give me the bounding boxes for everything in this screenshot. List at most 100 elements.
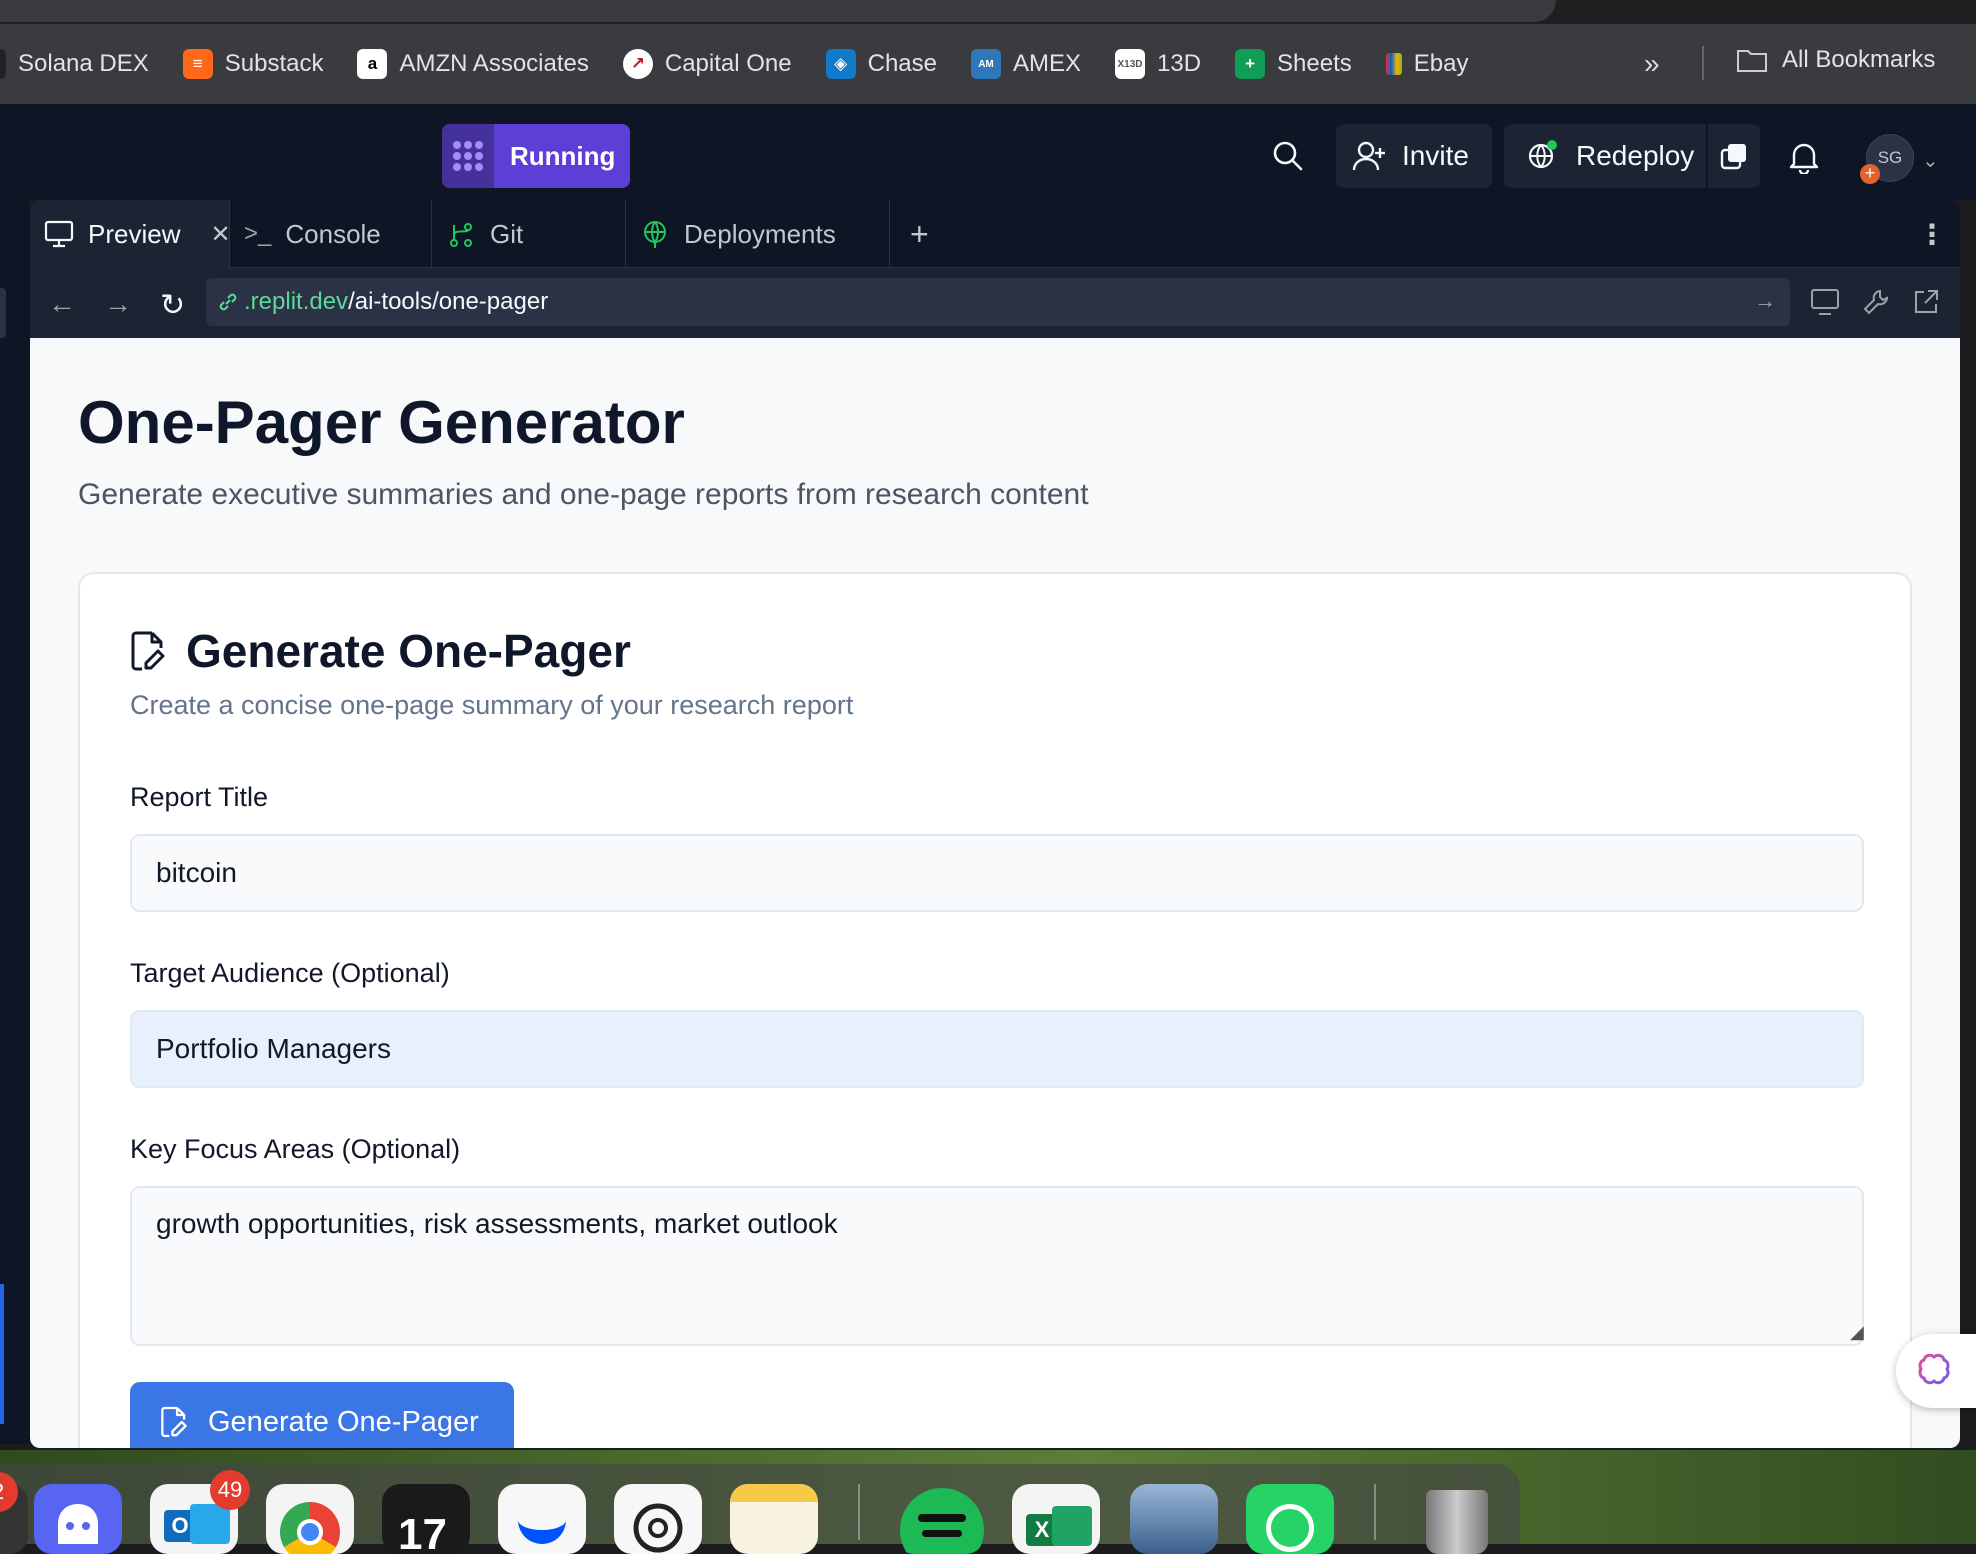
bookmark-label: Substack (224, 50, 324, 77)
bookmark-amzn-associates[interactable]: a AMZN Associates (357, 49, 589, 79)
page-subtitle: Generate executive summaries and one-pag… (78, 478, 1089, 511)
go-arrow-icon[interactable]: → (1754, 288, 1776, 314)
browser-tab-strip (0, 0, 1976, 24)
bookmark-amex[interactable]: AM AMEX (970, 49, 1081, 79)
solana-icon (0, 49, 6, 79)
generate-button-label: Generate One-Pager (208, 1405, 479, 1438)
monitor-icon (44, 220, 74, 248)
git-branch-icon (446, 219, 476, 249)
running-icon (453, 141, 483, 171)
preview-toolbar: ← → ↻ .replit.dev/ai-tools/one-pager → (30, 268, 1960, 338)
focus-areas-label: Key Focus Areas (Optional) (130, 1134, 461, 1164)
url-bar[interactable]: .replit.dev/ai-tools/one-pager → (206, 278, 1790, 326)
tab-preview[interactable]: Preview ✕ (30, 200, 231, 268)
deployments-icon (640, 219, 670, 249)
one-pager-form-card: Generate One-Pager Create a concise one-… (78, 572, 1912, 1448)
add-tab-icon[interactable]: + (910, 216, 929, 253)
sidebar-active-indicator (0, 1284, 4, 1424)
run-button-label: Running (510, 140, 616, 171)
bookmark-label: Chase (867, 50, 937, 77)
run-button[interactable]: Running (442, 124, 630, 188)
bookmark-solana-dex[interactable]: Solana DEX (0, 49, 149, 79)
card-title-text: Generate One-Pager (186, 625, 631, 677)
search-icon[interactable] (1272, 140, 1304, 172)
dock-separator (858, 1484, 860, 1540)
bookmarks-overflow-icon[interactable]: » (1644, 48, 1660, 80)
bookmark-label: AMEX (1012, 50, 1081, 77)
sheets-icon: + (1235, 49, 1266, 79)
all-bookmarks-button[interactable]: All Bookmarks (1736, 46, 1935, 74)
tab-label: Console (285, 218, 381, 249)
13d-icon: X13D (1115, 49, 1145, 79)
url-host: .replit.dev (244, 288, 349, 315)
card-title: Generate One-Pager (130, 624, 631, 678)
deployments-pane-button[interactable] (1708, 124, 1760, 188)
avatar-status-badge: + (1860, 164, 1880, 184)
replit-header: Running Invite Redeploy SG + ⌄ (0, 104, 1976, 200)
ai-assistant-button[interactable] (1896, 1334, 1976, 1408)
bookmark-capital-one[interactable]: ↗ Capital One (622, 49, 792, 79)
more-options-icon[interactable]: ⋮ (1918, 218, 1946, 251)
browser-tab-area (0, 0, 1556, 22)
report-title-label: Report Title (130, 782, 269, 812)
close-icon[interactable]: ✕ (210, 220, 230, 249)
resize-handle-icon[interactable]: ◢ (1850, 1322, 1864, 1343)
bookmark-label: Capital One (664, 50, 792, 77)
amex-icon: AM (970, 49, 1001, 79)
document-edit-icon (161, 1406, 187, 1438)
all-bookmarks-label: All Bookmarks (1782, 46, 1936, 73)
bell-icon[interactable] (1788, 140, 1820, 174)
ebay-icon (1385, 53, 1402, 75)
back-arrow-icon[interactable]: ← (48, 288, 76, 320)
redeploy-button[interactable]: Redeploy (1504, 124, 1706, 188)
url-path: /ai-tools/one-pager (348, 288, 549, 315)
devtools-wrench-icon[interactable] (1862, 288, 1890, 316)
folder-icon (1737, 50, 1767, 72)
generate-one-pager-button[interactable]: Generate One-Pager (130, 1382, 514, 1448)
open-new-tab-icon[interactable] (1912, 288, 1940, 316)
tab-deployments[interactable]: Deployments (626, 200, 890, 268)
bookmark-label: Ebay (1413, 50, 1469, 77)
report-title-input[interactable] (130, 834, 1864, 912)
page-title: One-Pager Generator (78, 389, 685, 456)
capital-one-icon: ↗ (622, 49, 653, 79)
bookmark-chase[interactable]: ◈ Chase (825, 49, 937, 79)
invite-label: Invite (1402, 140, 1469, 171)
bookmark-13d[interactable]: X13D 13D (1115, 49, 1201, 79)
workspace-pane: Preview ✕ >_ Console Git Deployments + ⋮… (30, 200, 1960, 1448)
device-preview-icon[interactable] (1810, 288, 1840, 316)
deploy-globe-icon (1528, 140, 1557, 169)
card-subtitle: Create a concise one-page summary of you… (130, 690, 854, 720)
reload-icon[interactable]: ↻ (160, 288, 185, 323)
tab-label: Preview (88, 218, 181, 249)
tab-git[interactable]: Git (432, 200, 626, 268)
brain-icon (1918, 1353, 1950, 1385)
dock-separator (1374, 1484, 1376, 1540)
bookmark-label: Solana DEX (18, 50, 149, 77)
run-icon-box (442, 124, 494, 188)
macos-dock: 2 O 49 17 X (0, 1450, 1976, 1554)
invite-button[interactable]: Invite (1336, 124, 1492, 188)
tab-label: Git (490, 218, 524, 249)
avatar-initials: SG (1877, 148, 1903, 167)
forward-arrow-icon[interactable]: → (104, 288, 132, 320)
bookmark-sheets[interactable]: + Sheets (1235, 49, 1352, 79)
chase-icon: ◈ (825, 49, 856, 79)
add-user-icon (1352, 141, 1385, 171)
focus-areas-textarea[interactable]: growth opportunities, risk assessments, … (130, 1186, 1864, 1346)
chevron-down-icon[interactable]: ⌄ (1922, 148, 1939, 173)
bookmark-substack[interactable]: ≡ Substack (182, 49, 324, 79)
document-edit-icon (131, 631, 165, 671)
sidebar-collapse-handle[interactable] (0, 288, 6, 338)
amazon-icon: a (357, 49, 388, 79)
bookmark-label: 13D (1157, 50, 1202, 77)
tab-console[interactable]: >_ Console (230, 200, 432, 268)
terminal-icon: >_ (244, 220, 272, 247)
tab-label: Deployments (684, 218, 836, 249)
pane-tabs: Preview ✕ >_ Console Git Deployments + ⋮ (30, 200, 1960, 268)
bookmark-ebay[interactable]: Ebay (1385, 50, 1469, 78)
target-audience-input[interactable] (130, 1010, 1864, 1088)
substack-icon: ≡ (182, 49, 213, 79)
left-sidebar-edge (0, 200, 30, 1444)
link-icon (219, 293, 237, 311)
